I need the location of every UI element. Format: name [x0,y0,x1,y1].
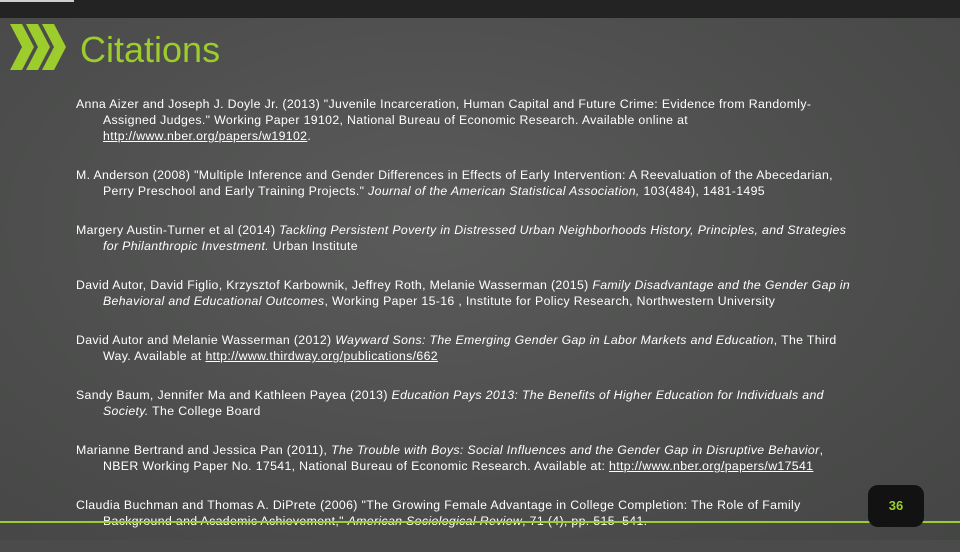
reference-item: Marianne Bertrand and Jessica Pan (2011)… [76,442,876,474]
reference-item: David Autor, David Figlio, Krzysztof Kar… [76,277,876,309]
reference-italic-text: Society. [103,404,149,418]
reference-text: Way. Available at [103,349,206,363]
reference-link[interactable]: http://www.thirdway.org/publications/662 [205,349,438,363]
reference-italic-text: Education Pays 2013: The Benefits of Hig… [391,388,824,402]
reference-text: NBER Working Paper No. 17541, National B… [103,459,610,473]
reference-italic-text: Journal of the American Statistical Asso… [368,184,640,198]
reference-text: . [307,129,312,143]
bottom-accent-line [0,521,960,523]
reference-italic-text: Wayward Sons: The Emerging Gender Gap in… [335,333,774,347]
reference-text: Sandy Baum, Jennifer Ma and Kathleen Pay… [76,388,392,402]
reference-item: David Autor and Melanie Wasserman (2012)… [76,332,876,364]
top-tab-indicator [0,0,74,2]
reference-item: Anna Aizer and Joseph J. Doyle Jr. (2013… [76,96,876,144]
reference-text: , [819,443,824,457]
reference-italic-text: Tackling Persistent Poverty in Distresse… [279,223,847,237]
reference-text: Urban Institute [269,239,358,253]
reference-text: Perry Preschool and Early Training Proje… [103,184,369,198]
reference-text: The College Board [148,404,261,418]
reference-text: David Autor, David Figlio, Krzysztof Kar… [76,278,593,292]
slide-title: Citations [80,29,221,70]
reference-text: Margery Austin-Turner et al (2014) [76,223,280,237]
reference-text: Claudia Buchman and Thomas A. DiPrete (2… [76,498,801,512]
reference-italic-text: Family Disadvantage and the Gender Gap i… [592,278,851,292]
references-list: Anna Aizer and Joseph J. Doyle Jr. (2013… [76,96,876,552]
reference-item: M. Anderson (2008) "Multiple Inference a… [76,167,876,199]
chevron-arrows-icon [10,24,66,70]
reference-italic-text: for Philanthropic Investment. [103,239,269,253]
reference-italic-text: The Trouble with Boys: Social Influences… [331,443,820,457]
reference-link[interactable]: http://www.nber.org/papers/w19102 [103,129,307,143]
reference-text: , Working Paper 15-16 , Institute for Po… [324,294,776,308]
reference-text: David Autor and Melanie Wasserman (2012) [76,333,336,347]
page-number-badge: 36 [868,485,924,527]
reference-text: Marianne Bertrand and Jessica Pan (2011)… [76,443,332,457]
reference-item: Claudia Buchman and Thomas A. DiPrete (2… [76,497,876,529]
reference-item: Margery Austin-Turner et al (2014) Tackl… [76,222,876,254]
reference-text: M. Anderson (2008) "Multiple Inference a… [76,168,833,182]
reference-text: Assigned Judges." Working Paper 19102, N… [103,113,689,127]
reference-text: 103(484), 1481-1495 [639,184,765,198]
reference-item: Sandy Baum, Jennifer Ma and Kathleen Pay… [76,387,876,419]
top-bar [0,0,960,18]
reference-text: Anna Aizer and Joseph J. Doyle Jr. (2013… [76,97,812,111]
reference-link[interactable]: http://www.nber.org/papers/w17541 [609,459,813,473]
reference-text: , The Third [773,333,837,347]
reference-italic-text: Behavioral and Educational Outcomes [103,294,325,308]
